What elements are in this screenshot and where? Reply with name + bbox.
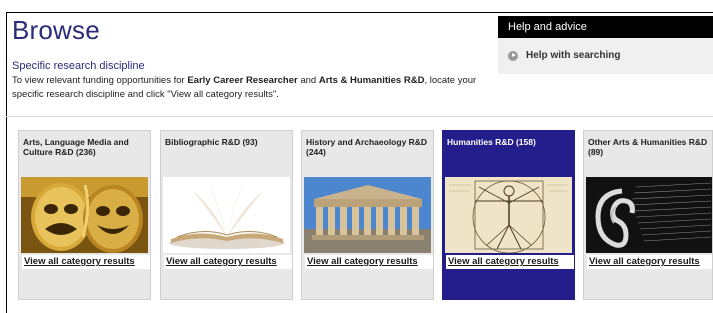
view-all-category-results-link[interactable]: View all category results bbox=[587, 255, 712, 269]
divider bbox=[6, 116, 713, 117]
category-card-arts-language[interactable]: Arts, Language Media and Culture R&D (23… bbox=[18, 130, 151, 300]
category-title: Other Arts & Humanities R&D (89) bbox=[588, 137, 708, 157]
category-card-humanities[interactable]: Humanities R&D (158) View all category r… bbox=[442, 130, 575, 300]
open-book-image bbox=[163, 177, 290, 253]
page-title: Browse bbox=[12, 15, 100, 45]
theatre-masks-image bbox=[21, 177, 148, 253]
category-title: Arts, Language Media and Culture R&D (23… bbox=[23, 137, 129, 157]
vitruvian-man-image bbox=[445, 177, 572, 253]
category-card-bibliographic[interactable]: Bibliographic R&D (93) View all category… bbox=[160, 130, 293, 300]
description-text: and bbox=[297, 75, 319, 86]
category-card-other-arts-humanities[interactable]: Other Arts & Humanities R&D (89) View al… bbox=[583, 130, 713, 300]
category-title: History and Archaeology R&D (244) bbox=[306, 137, 428, 157]
description-bold: Arts & Humanities R&D bbox=[318, 75, 425, 86]
category-title: Humanities R&D (158) bbox=[447, 137, 536, 147]
parthenon-image bbox=[304, 177, 431, 253]
view-all-category-results-link[interactable]: View all category results bbox=[22, 255, 150, 269]
page-description: To view relevant funding opportunities f… bbox=[12, 74, 492, 102]
arrow-icon bbox=[508, 50, 518, 61]
help-heading: Help and advice bbox=[498, 16, 713, 38]
view-all-category-results-link[interactable]: View all category results bbox=[305, 255, 433, 269]
help-item-label: Help with searching bbox=[526, 50, 621, 61]
category-title: Bibliographic R&D (93) bbox=[165, 137, 258, 147]
view-all-category-results-link[interactable]: View all category results bbox=[446, 255, 574, 269]
text-ear-image bbox=[586, 177, 712, 253]
view-all-category-results-link[interactable]: View all category results bbox=[164, 255, 292, 269]
description-text: To view relevant funding opportunities f… bbox=[12, 75, 188, 86]
category-card-history-archaeology[interactable]: History and Archaeology R&D (244) View a… bbox=[301, 130, 434, 300]
description-bold: Early Career Researcher bbox=[187, 75, 298, 86]
help-panel: Help and advice Help with searching bbox=[498, 16, 713, 74]
help-with-searching-link[interactable]: Help with searching bbox=[508, 50, 620, 61]
page-subtitle: Specific research discipline bbox=[12, 60, 145, 72]
